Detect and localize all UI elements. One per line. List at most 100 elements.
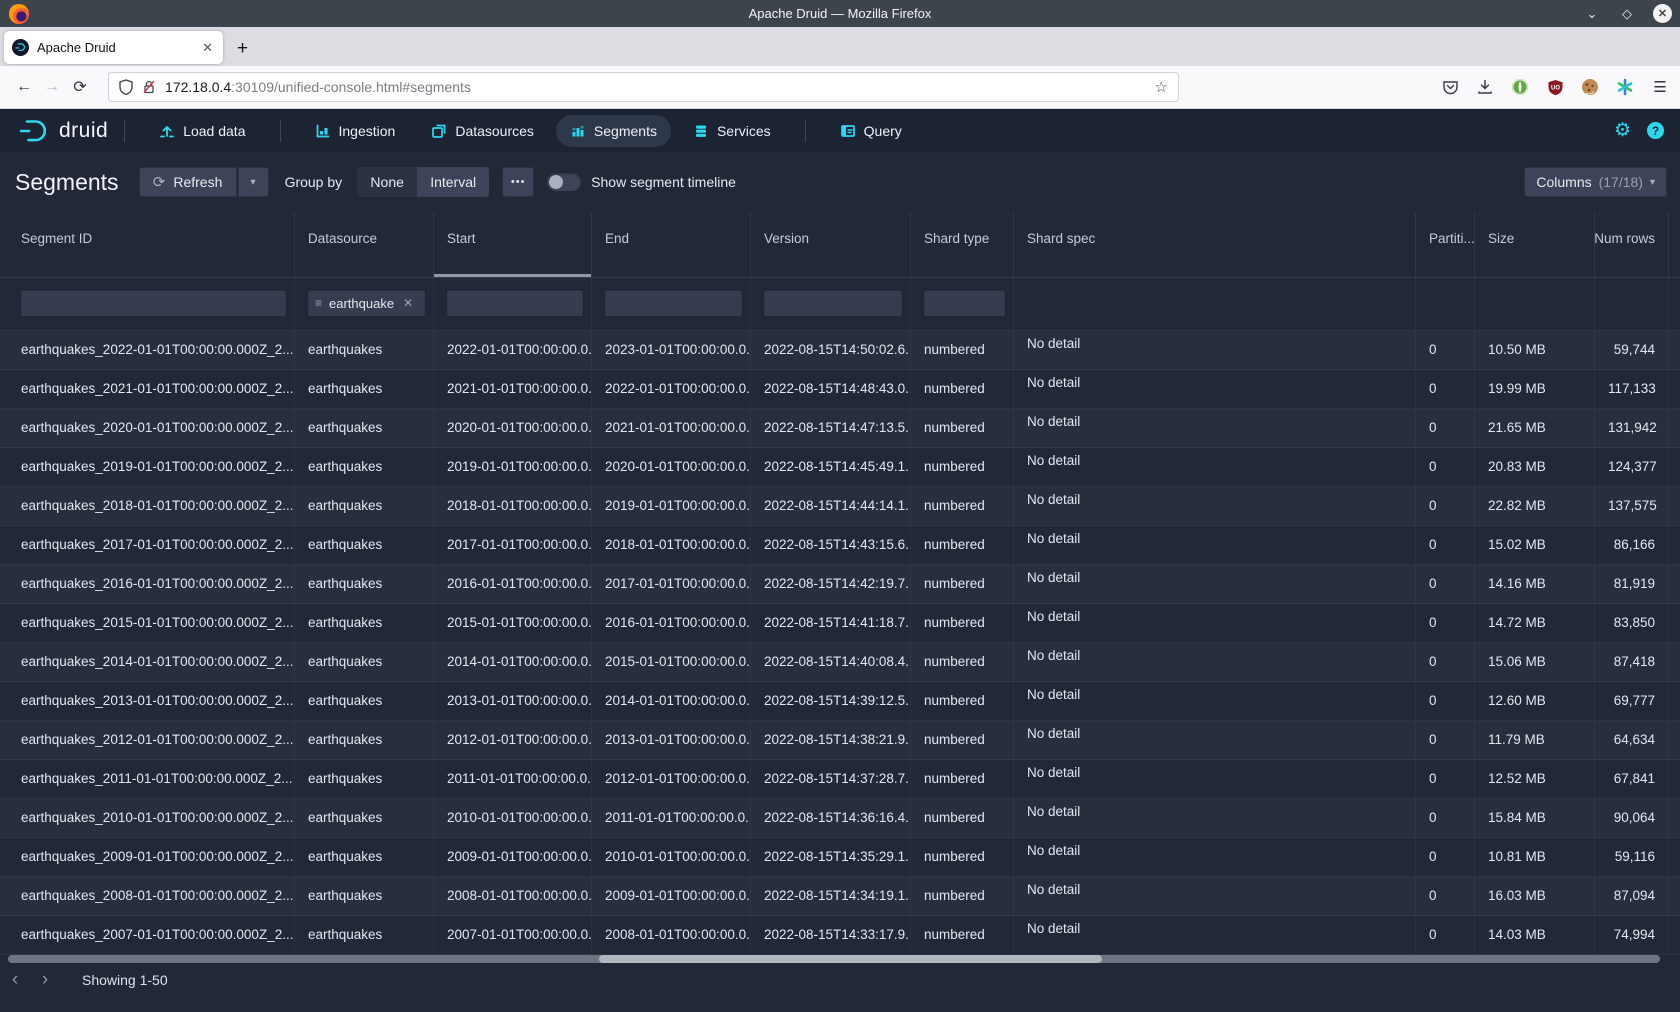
filter-input-start[interactable]: [446, 289, 584, 317]
druid-logo[interactable]: druid: [18, 118, 108, 144]
datasource-filter-tag[interactable]: ≡ earthquake ✕: [315, 296, 413, 311]
column-header-segment-id[interactable]: Segment ID: [8, 212, 295, 277]
tab-close-icon[interactable]: ✕: [200, 40, 215, 56]
cell-segment-id: earthquakes_2021-01-01T00:00:00.000Z_2..…: [8, 370, 295, 408]
cell-version: 2022-08-15T14:40:08.4...: [751, 643, 911, 681]
segment-timeline-toggle[interactable]: [547, 173, 581, 191]
column-header-num-rows[interactable]: Num rows: [1595, 212, 1669, 277]
ublock-origin-extension-icon[interactable]: UO: [1545, 77, 1565, 97]
new-tab-button[interactable]: +: [237, 39, 248, 58]
nav-item-segments[interactable]: Segments: [556, 115, 671, 147]
table-row[interactable]: earthquakes_2012-01-01T00:00:00.000Z_2..…: [0, 721, 1680, 760]
privacy-badger-extension-icon[interactable]: [1510, 77, 1530, 97]
cell-segment-id: earthquakes_2018-01-01T00:00:00.000Z_2..…: [8, 487, 295, 525]
column-header-datasource[interactable]: Datasource: [295, 212, 434, 277]
columns-button[interactable]: Columns (17/18) ▾: [1524, 167, 1667, 197]
table-row[interactable]: earthquakes_2009-01-01T00:00:00.000Z_2..…: [0, 838, 1680, 877]
browser-tab[interactable]: Apache Druid ✕: [4, 31, 223, 64]
cell-shard-type: numbered: [911, 838, 1014, 876]
refresh-button[interactable]: ⟳ Refresh: [139, 167, 237, 197]
bookmark-star-icon[interactable]: ☆: [1155, 78, 1168, 96]
cell-segment-id: earthquakes_2007-01-01T00:00:00.000Z_2..…: [8, 916, 295, 954]
window-minimize-button[interactable]: ⌄: [1583, 7, 1601, 20]
group-by-none-button[interactable]: None: [357, 167, 417, 197]
table-row[interactable]: earthquakes_2013-01-01T00:00:00.000Z_2..…: [0, 682, 1680, 721]
column-header-partition[interactable]: Partiti...: [1416, 212, 1475, 277]
column-header-shard-type[interactable]: Shard type: [911, 212, 1014, 277]
cell-segment-id: earthquakes_2019-01-01T00:00:00.000Z_2..…: [8, 448, 295, 486]
cell-version: 2022-08-15T14:39:12.5...: [751, 682, 911, 720]
cell-filler: [1669, 565, 1680, 603]
datasources-icon: [431, 123, 447, 139]
table-row[interactable]: earthquakes_2010-01-01T00:00:00.000Z_2..…: [0, 799, 1680, 838]
group-by-label: Group by: [285, 174, 343, 190]
table-row[interactable]: earthquakes_2017-01-01T00:00:00.000Z_2..…: [0, 526, 1680, 565]
nav-item-datasources[interactable]: Datasources: [417, 115, 548, 147]
table-row[interactable]: earthquakes_2021-01-01T00:00:00.000Z_2..…: [0, 370, 1680, 409]
group-by-interval-button[interactable]: Interval: [417, 167, 489, 197]
cell-partition: 0: [1416, 760, 1475, 798]
lock-insecure-icon[interactable]: [142, 79, 156, 95]
cell-shard-type: numbered: [911, 604, 1014, 642]
filter-input-version[interactable]: [763, 289, 903, 317]
table-row[interactable]: earthquakes_2015-01-01T00:00:00.000Z_2..…: [0, 604, 1680, 643]
nav-item-ingestion[interactable]: Ingestion: [301, 115, 410, 147]
nav-item-query[interactable]: Query: [826, 115, 916, 147]
filter-input-end[interactable]: [604, 289, 743, 317]
filter-tag-remove-icon[interactable]: ✕: [403, 296, 413, 310]
window-titlebar: Apache Druid — Mozilla Firefox ⌄ ◇ ✕: [0, 0, 1680, 27]
window-close-button[interactable]: ✕: [1653, 4, 1672, 23]
shield-icon[interactable]: [119, 79, 133, 95]
cell-version: 2022-08-15T14:33:17.9...: [751, 916, 911, 954]
back-button[interactable]: ←: [10, 78, 38, 96]
table-row[interactable]: earthquakes_2019-01-01T00:00:00.000Z_2..…: [0, 448, 1680, 487]
cell-version: 2022-08-15T14:50:02.6...: [751, 331, 911, 369]
cell-start: 2020-01-01T00:00:00.0...: [434, 409, 592, 447]
pocket-icon[interactable]: [1440, 77, 1460, 97]
nav-item-load-data[interactable]: Load data: [145, 115, 259, 147]
menu-hamburger-icon[interactable]: ☰: [1650, 77, 1670, 97]
nav-item-label: Services: [717, 123, 771, 139]
downloads-icon[interactable]: [1475, 77, 1495, 97]
forward-button[interactable]: →: [38, 78, 66, 96]
table-row[interactable]: earthquakes_2016-01-01T00:00:00.000Z_2..…: [0, 565, 1680, 604]
table-row[interactable]: earthquakes_2011-01-01T00:00:00.000Z_2..…: [0, 760, 1680, 799]
segments-icon: [570, 123, 586, 139]
cell-size: 11.79 MB: [1475, 721, 1595, 759]
column-header-end[interactable]: End: [592, 212, 751, 277]
column-header-shard-spec[interactable]: Shard spec: [1014, 212, 1416, 277]
cell-version: 2022-08-15T14:41:18.7...: [751, 604, 911, 642]
reload-button[interactable]: ⟳: [66, 77, 94, 97]
horizontal-scrollbar-thumb[interactable]: [599, 955, 1102, 963]
more-options-button[interactable]: •••: [502, 167, 534, 197]
table-row[interactable]: earthquakes_2014-01-01T00:00:00.000Z_2..…: [0, 643, 1680, 682]
table-row[interactable]: earthquakes_2020-01-01T00:00:00.000Z_2..…: [0, 409, 1680, 448]
cell-version: 2022-08-15T14:36:16.4...: [751, 799, 911, 837]
table-row[interactable]: earthquakes_2018-01-01T00:00:00.000Z_2..…: [0, 487, 1680, 526]
filter-input-shard-type[interactable]: [923, 289, 1006, 317]
refresh-icon: ⟳: [153, 173, 166, 191]
cookie-extension-icon[interactable]: [1580, 77, 1600, 97]
settings-gear-icon[interactable]: ⚙: [1614, 121, 1631, 140]
cell-end: 2023-01-01T00:00:00.0...: [592, 331, 751, 369]
cell-size: 15.02 MB: [1475, 526, 1595, 564]
column-header-size[interactable]: Size: [1475, 212, 1595, 277]
url-text[interactable]: 172.18.0.4:30109/unified-console.html#se…: [165, 79, 471, 95]
url-bar[interactable]: 172.18.0.4:30109/unified-console.html#se…: [108, 72, 1179, 102]
filter-input-segment-id[interactable]: [20, 289, 287, 317]
filter-input-datasource[interactable]: ≡ earthquake ✕: [307, 289, 426, 317]
nav-item-services[interactable]: Services: [679, 115, 785, 147]
column-header-version[interactable]: Version: [751, 212, 911, 277]
table-row[interactable]: earthquakes_2008-01-01T00:00:00.000Z_2..…: [0, 877, 1680, 916]
help-icon[interactable]: ?: [1647, 122, 1664, 139]
multi-account-containers-extension-icon[interactable]: [1615, 77, 1635, 97]
cell-shard-spec: No detail: [1014, 448, 1416, 486]
cell-datasource: earthquakes: [295, 565, 434, 603]
column-header-start[interactable]: Start: [434, 212, 592, 277]
previous-page-button[interactable]: ‹: [0, 969, 30, 991]
window-maximize-button[interactable]: ◇: [1618, 7, 1636, 20]
table-row[interactable]: earthquakes_2022-01-01T00:00:00.000Z_2..…: [0, 331, 1680, 370]
table-row[interactable]: earthquakes_2007-01-01T00:00:00.000Z_2..…: [0, 916, 1680, 955]
next-page-button[interactable]: ›: [30, 969, 60, 991]
refresh-dropdown-button[interactable]: ▾: [238, 167, 269, 197]
